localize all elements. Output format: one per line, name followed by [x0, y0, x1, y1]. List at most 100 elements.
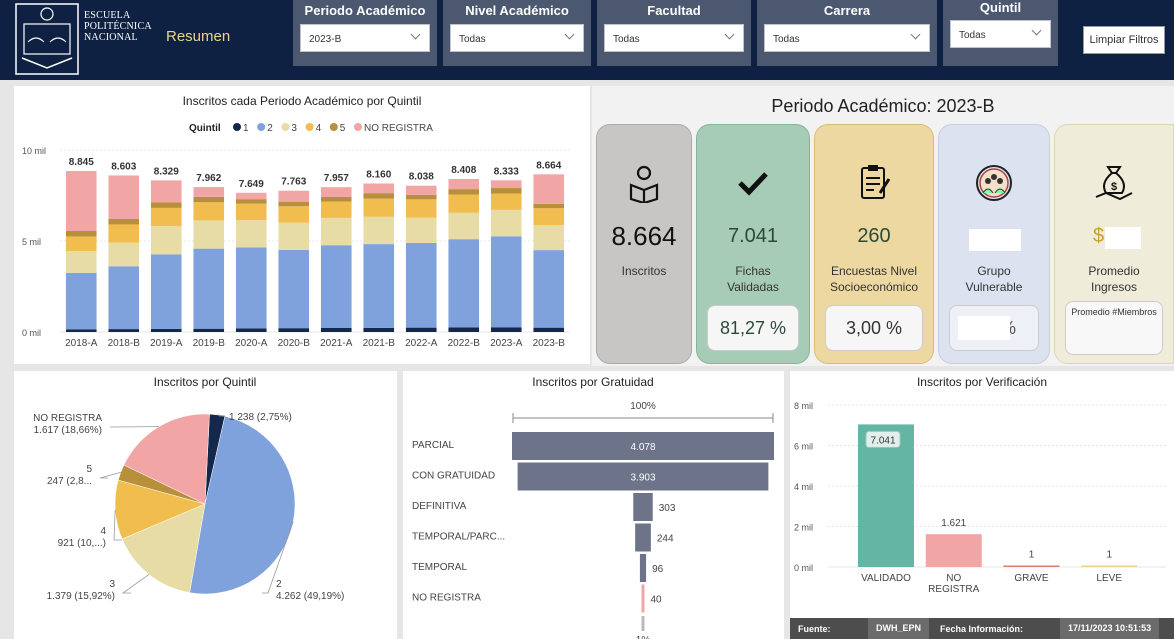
funnel-category-label: PARCIAL — [412, 440, 454, 451]
kpi-panel: Periodo Académico: 2023-B 8.664 Inscrito… — [592, 86, 1174, 366]
x-tick-label: VALIDADO — [861, 573, 911, 584]
legend-label: NO REGISTRA — [364, 123, 433, 134]
money-bag-icon: $ — [1055, 163, 1173, 203]
bar-segment — [490, 193, 522, 210]
filter-quintil-select[interactable]: Todas — [950, 20, 1051, 48]
kpi-card-ingresos[interactable]: $ $ Promedio Ingresos Promedio #Miembros — [1054, 124, 1174, 364]
group-people-icon — [939, 163, 1049, 203]
bar-segment — [150, 202, 182, 208]
filter-carrera-select[interactable]: Todas — [764, 24, 930, 52]
filter-periodo-select[interactable]: 2023-B — [300, 24, 430, 52]
bars: 7.041 VALIDADO 1.621 NOREGISTRA 1 GRAVE 1 LEVE — [858, 424, 1138, 595]
filter-quintil-label: Quintil — [979, 0, 1022, 15]
funnel-bottom-label: 1% — [636, 635, 651, 639]
source-value: DWH_EPN — [868, 618, 930, 639]
legend-marker — [233, 123, 241, 131]
bar — [925, 534, 982, 567]
bar-total-label: 8.845 — [69, 157, 94, 168]
pie-label-name: 3 — [109, 579, 115, 590]
chevron-down-icon — [724, 29, 735, 40]
y-tick-label: 8 mil — [794, 401, 813, 411]
pie-leader-line — [121, 574, 150, 594]
bar-segment — [320, 196, 352, 202]
kpi-card-inscritos[interactable]: 8.664 Inscritos — [596, 124, 692, 364]
legend-label: 1 — [243, 123, 249, 134]
kpi-card-fichas[interactable]: 7.041 Fichas Validadas 81,27 % — [696, 124, 810, 364]
bar-segment — [65, 251, 97, 273]
bar-value-label: 1 — [1029, 550, 1035, 561]
bar-segment — [235, 247, 267, 329]
bar-segment — [405, 217, 437, 244]
bar-segment — [108, 242, 140, 267]
filter-carrera: Carrera Todas — [757, 0, 937, 66]
filter-periodo: Periodo Académico 2023-B — [293, 0, 437, 66]
bar-segment — [490, 327, 522, 332]
bar-segment — [235, 220, 267, 248]
bar-segment — [65, 272, 97, 330]
kpi-card-encuestas[interactable]: 260 Encuestas Nivel Socioeconómico 3,00 % — [814, 124, 934, 364]
bar-segment — [150, 254, 182, 329]
pie-label-name: 5 — [86, 464, 92, 475]
bar-segment — [235, 203, 267, 221]
x-tick-label: 2020-B — [278, 338, 311, 349]
filter-facultad-select[interactable]: Todas — [604, 24, 744, 52]
bar-value-label: 7.041 — [870, 435, 895, 446]
date-value: 17/11/2023 10:51:53 — [1060, 618, 1160, 639]
bar-total-label: 8.160 — [366, 169, 391, 180]
clipboard-survey-icon — [815, 163, 933, 203]
bar-segment — [405, 243, 437, 328]
funnel-category-label: CON GRATUIDAD — [412, 471, 495, 482]
clear-filters-button[interactable]: Limpiar Filtros — [1083, 26, 1165, 54]
bar-segment — [278, 249, 310, 329]
redacted-value — [958, 316, 1010, 340]
bar-segment — [65, 171, 97, 231]
y-tick-label: 5 mil — [22, 237, 41, 247]
funnel-value-label: 3.903 — [630, 473, 655, 484]
pie-label-value: 921 (10,...) — [58, 538, 106, 549]
chart-title: Inscritos por Gratuidad — [532, 375, 653, 389]
y-tick-label: 6 mil — [794, 442, 813, 452]
filter-nivel-select[interactable]: Todas — [450, 24, 584, 52]
x-tick-label: NO — [946, 573, 961, 584]
redacted-value — [969, 229, 1021, 251]
legend-label: 5 — [340, 123, 346, 134]
x-tick-label: 2018-A — [65, 338, 98, 349]
y-tick-label: 2 mil — [794, 523, 813, 533]
funnel-chart: Inscritos por Gratuidad 100% 1% PARCIAL 4… — [412, 375, 774, 639]
kpi-encuestas-pct: 3,00 % — [825, 305, 923, 351]
pie-panel: Inscritos por Quintil 1 238 (2,75%) 2 4.26… — [14, 371, 397, 639]
bar-segment — [150, 328, 182, 332]
bar-segment — [278, 328, 310, 332]
funnel-category-label: NO REGISTRA — [412, 593, 481, 604]
kpi-card-vulnerable[interactable]: GrupoVulnerable % — [938, 124, 1050, 364]
legend-marker — [257, 123, 266, 131]
x-tick-label: 2022-B — [448, 338, 481, 349]
bar-segment — [448, 239, 480, 328]
pie-slices — [114, 413, 296, 595]
pie-label-value: 1.379 (15,92%) — [47, 591, 115, 602]
bar-total-label: 7.962 — [196, 173, 221, 184]
bar-segment — [320, 187, 352, 197]
kpi-fichas-pct: 81,27 % — [707, 305, 799, 351]
funnel-bar — [635, 523, 651, 552]
chart-title: Inscritos cada Periodo Académico por Qui… — [183, 94, 422, 108]
bar-value-label: 1 — [1106, 550, 1112, 561]
funnel-category-label: TEMPORAL/PARC... — [412, 532, 505, 543]
bar-segment — [363, 327, 395, 332]
bar-segment — [150, 180, 182, 203]
filter-facultad-label: Facultad — [647, 3, 701, 18]
bar — [1003, 565, 1060, 567]
bar — [1081, 565, 1138, 567]
bar-segment — [490, 188, 522, 194]
bar-segment — [533, 203, 565, 209]
bar-segment — [320, 217, 352, 246]
bar-value-label: 1.621 — [941, 518, 966, 529]
chart-title: Inscritos por Quintil — [154, 375, 257, 389]
bar-segment — [65, 230, 97, 237]
legend-marker — [305, 123, 314, 131]
bar-segment — [320, 245, 352, 328]
x-tick-label: LEVE — [1096, 573, 1122, 584]
bar-segment — [533, 250, 565, 328]
funnel-value-label: 4.078 — [630, 442, 655, 453]
bar-segment — [193, 202, 225, 221]
